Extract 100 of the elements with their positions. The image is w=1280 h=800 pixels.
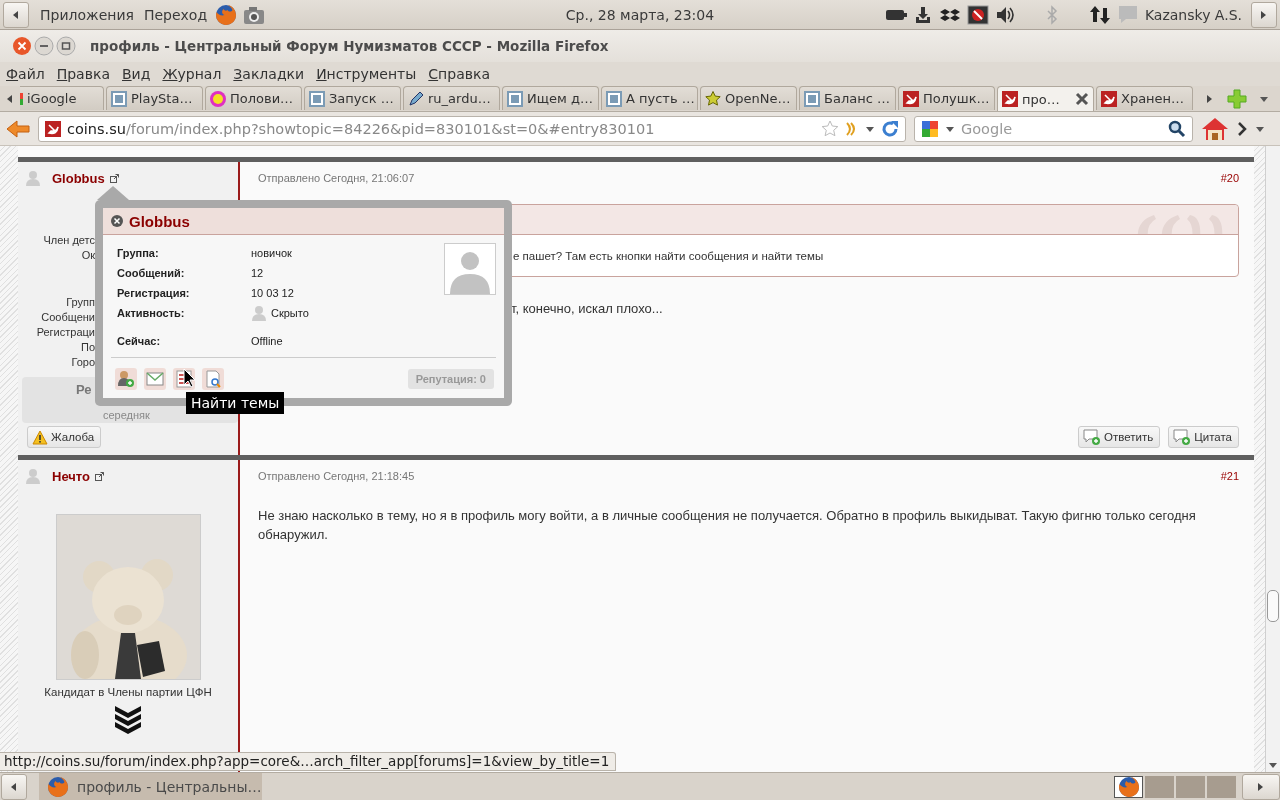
browser-tab[interactable]: Баланс … xyxy=(799,86,896,110)
close-icon[interactable] xyxy=(12,36,32,56)
avatar-placeholder-icon xyxy=(444,243,496,295)
browser-tab[interactable]: про… xyxy=(997,86,1094,111)
field-label: Активность: xyxy=(117,307,186,319)
reload-icon[interactable] xyxy=(881,119,899,138)
favicon-icon xyxy=(507,90,523,107)
menu-item[interactable]: Справка xyxy=(428,66,490,82)
star-icon[interactable] xyxy=(821,120,839,137)
quote-button[interactable]: Цитата xyxy=(1168,426,1239,448)
taskbar-label: профиль - Центральны… xyxy=(77,778,262,795)
envelope-icon xyxy=(145,369,165,389)
arrow-left-icon[interactable] xyxy=(5,93,15,105)
favicon-icon xyxy=(606,90,622,107)
external-link-icon[interactable] xyxy=(109,173,119,183)
browser-tab[interactable]: Ищем д… xyxy=(502,86,599,110)
scrollbar[interactable] xyxy=(1265,146,1280,772)
taskbar-scroll-button[interactable] xyxy=(1,773,27,800)
report-button[interactable]: Жалоба xyxy=(27,426,102,448)
arrow-left-icon xyxy=(9,780,19,793)
search-icon[interactable] xyxy=(1168,119,1186,138)
panel-scroll-button[interactable] xyxy=(3,1,29,28)
menu-item[interactable]: Журнал xyxy=(162,66,222,82)
panel-menu[interactable]: Переход xyxy=(141,6,210,23)
warning-icon xyxy=(32,429,48,445)
profile-field-label: Регистраци xyxy=(35,325,95,340)
tooltip: Найти темы xyxy=(186,392,285,414)
browser-tab[interactable]: OpenNe… xyxy=(700,86,797,110)
close-icon[interactable] xyxy=(1075,92,1089,106)
user-icon xyxy=(25,468,41,484)
favicon-icon xyxy=(1002,91,1018,107)
menu-item[interactable]: Файл xyxy=(6,66,45,82)
search-input[interactable]: Google xyxy=(961,120,1162,137)
favicon-icon xyxy=(111,90,127,107)
firefox-icon xyxy=(47,775,69,798)
address-field[interactable]: coins.su/forum/index.php?showtopic=84226&pid=830101&st=0&#entry830101 xyxy=(38,115,906,142)
chevron-icon[interactable] xyxy=(1237,120,1247,137)
home-icon[interactable] xyxy=(1201,115,1229,142)
author-name[interactable]: Globbus xyxy=(52,170,105,186)
favicon-icon xyxy=(45,120,61,137)
browser-tab[interactable]: Полови… xyxy=(205,86,302,110)
find-posts-button[interactable] xyxy=(202,368,224,390)
field-label: Сейчас: xyxy=(117,335,162,347)
back-arrow-icon[interactable] xyxy=(6,118,30,139)
menu-item[interactable]: Правка xyxy=(56,66,110,82)
scrollbar-thumb[interactable] xyxy=(1267,590,1279,622)
field-value: Скрыто xyxy=(271,307,309,319)
camera-icon[interactable] xyxy=(243,4,266,25)
browser-tab[interactable]: iGoogle xyxy=(20,86,104,110)
panel-scroll-button[interactable] xyxy=(1251,1,1277,28)
message-button[interactable] xyxy=(144,368,166,390)
panel-user[interactable]: Kazansky A.S. xyxy=(1144,6,1242,23)
minimize-icon[interactable] xyxy=(34,36,54,56)
add-friend-button[interactable] xyxy=(115,368,137,390)
external-link-icon[interactable] xyxy=(95,471,104,481)
color-bar-icon xyxy=(20,92,23,105)
caret-icon[interactable] xyxy=(1259,94,1269,104)
menu-item[interactable]: Инструменты xyxy=(316,66,417,82)
panel-menu[interactable]: Приложения xyxy=(38,6,136,23)
close-icon[interactable] xyxy=(111,215,123,227)
favicon-icon xyxy=(804,90,820,107)
url-text: coins.su/forum/index.php?showtopic=84226&pid=830101&st=0&#entry830101 xyxy=(67,120,656,137)
post-date: Отправлено Сегодня, 21:06:07 xyxy=(258,172,415,184)
browser-tab[interactable]: PlaySta… xyxy=(106,86,203,110)
menu-item[interactable]: Закладки xyxy=(233,66,305,82)
tab-label: Полушк… xyxy=(923,91,990,106)
profile-field-label: Сообщени xyxy=(40,310,95,325)
post-date: Отправлено Сегодня, 21:18:45 xyxy=(258,470,415,482)
browser-tab[interactable]: ru_ardu… xyxy=(403,86,500,110)
tab-label: Ищем д… xyxy=(527,91,593,106)
maximize-icon[interactable] xyxy=(56,36,76,56)
stop-icon[interactable] xyxy=(966,4,989,25)
rank-chevrons-icon xyxy=(113,704,143,734)
search-field[interactable]: Google xyxy=(914,115,1193,142)
field-value: Offline xyxy=(251,335,283,347)
author-name[interactable]: Нечто xyxy=(52,468,90,484)
reply-button[interactable]: Ответить xyxy=(1078,426,1161,448)
arrow-down-icon[interactable] xyxy=(1268,760,1278,770)
browser-tab[interactable]: Полушк… xyxy=(898,86,995,110)
post-number-link[interactable]: #21 xyxy=(1220,470,1239,482)
tab-label: OpenNe… xyxy=(725,91,791,106)
favicon-icon xyxy=(705,90,721,107)
browser-tab[interactable]: Хранен… xyxy=(1096,86,1193,110)
browser-tab[interactable]: Запуск … xyxy=(304,86,401,110)
menu-item[interactable]: Вид xyxy=(122,66,151,82)
cursor-icon xyxy=(183,368,197,388)
taskbar-item[interactable]: профиль - Центральны… xyxy=(39,773,262,800)
workspace-switcher[interactable] xyxy=(1114,775,1236,798)
firefox-icon[interactable] xyxy=(215,3,238,26)
google-icon[interactable] xyxy=(921,119,939,138)
tab-label: Баланс … xyxy=(824,91,890,106)
tab-label: Запуск … xyxy=(329,91,394,106)
tab-label: iGoogle xyxy=(27,91,77,106)
popup-username: Globbus xyxy=(129,212,190,230)
reputation-label: Ре xyxy=(76,382,92,397)
profile-field-label: По xyxy=(79,340,95,355)
browser-tab[interactable]: А пусть … xyxy=(601,86,698,110)
post-number-link[interactable]: #20 xyxy=(1220,172,1239,184)
tab-label: PlaySta… xyxy=(131,91,193,106)
panel-clock[interactable]: Ср., 28 марта, 23:04 xyxy=(551,6,729,23)
